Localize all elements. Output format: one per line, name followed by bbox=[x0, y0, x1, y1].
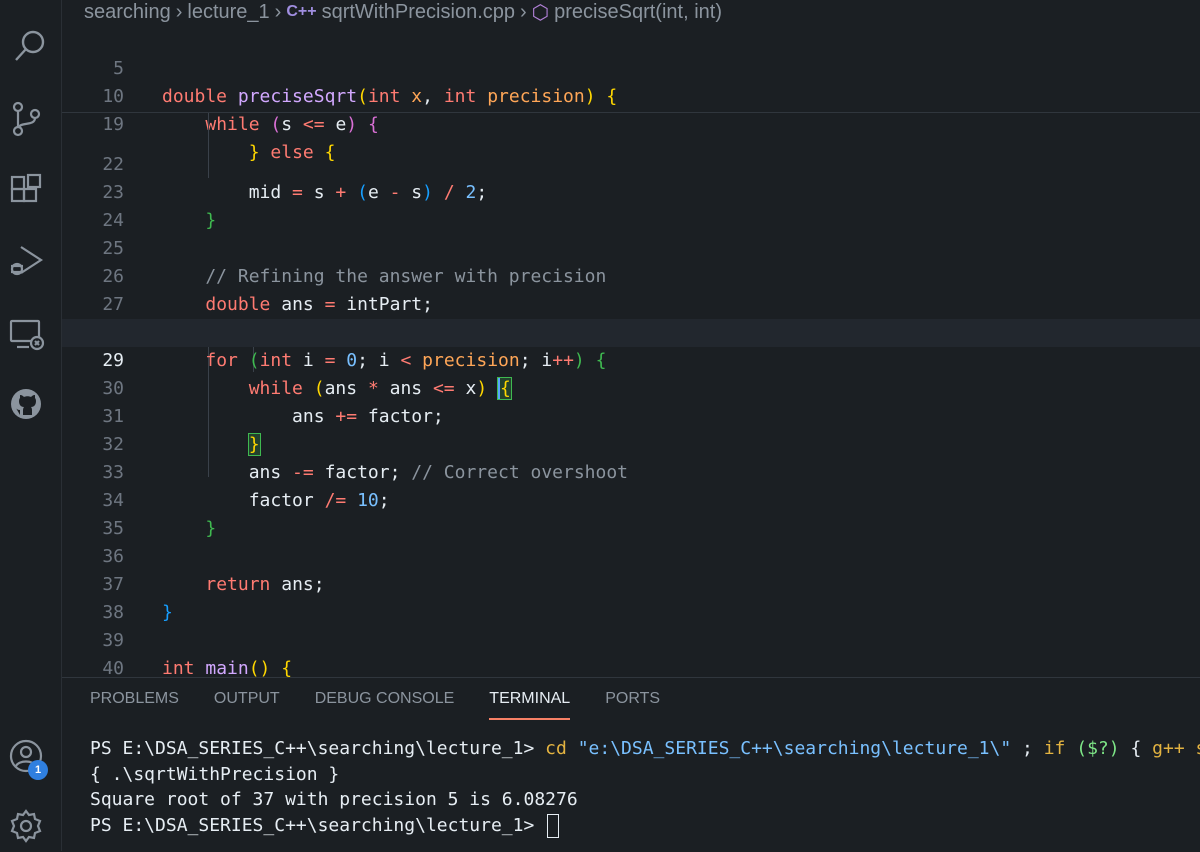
terminal-line: PS E:\DSA_SERIES_C++\searching\lecture_1… bbox=[90, 738, 1200, 759]
breadcrumb-symbol[interactable]: preciseSqrt(int, int) bbox=[554, 1, 722, 24]
breadcrumb-folder[interactable]: searching bbox=[84, 1, 171, 24]
tab-problems[interactable]: PROBLEMS bbox=[90, 690, 179, 720]
code-line[interactable]: 22 mid = s + (e - s) / 2; bbox=[62, 123, 1200, 203]
run-debug-icon[interactable] bbox=[0, 235, 52, 287]
breadcrumb-subfolder[interactable]: lecture_1 bbox=[187, 1, 269, 24]
search-icon[interactable] bbox=[4, 20, 56, 72]
tab-ports[interactable]: PORTS bbox=[605, 690, 660, 720]
code-line[interactable]: 27 double factor = 0.1; bbox=[62, 263, 1200, 343]
terminal-cursor bbox=[547, 813, 560, 838]
code-line[interactable]: 37 } bbox=[62, 543, 1200, 623]
code-line[interactable]: 32 ans -= factor; // Correct overshoot bbox=[62, 403, 1200, 483]
code-line[interactable]: 41 int precision = 5; // Number of decim… bbox=[62, 655, 1200, 677]
settings-gear-icon[interactable] bbox=[0, 800, 52, 852]
chevron-right-icon: › bbox=[175, 0, 183, 23]
code-line[interactable]: 38 bbox=[62, 571, 1200, 623]
code-line[interactable]: 31 } bbox=[62, 375, 1200, 456]
breadcrumb: searching › lecture_1 › C++ sqrtWithPrec… bbox=[62, 0, 1200, 24]
code-line[interactable]: 39 int main() { bbox=[62, 599, 1200, 677]
tab-output[interactable]: OUTPUT bbox=[214, 690, 280, 720]
chevron-right-icon: › bbox=[520, 0, 527, 23]
bottom-panel: PROBLEMS OUTPUT DEBUG CONSOLE TERMINAL P… bbox=[62, 677, 1200, 852]
code-line[interactable]: 28 for (int i = 0; i < precision; i++) { bbox=[62, 291, 1200, 371]
terminal-line: PS E:\DSA_SERIES_C++\searching\lecture_1… bbox=[90, 813, 1200, 839]
source-control-icon[interactable] bbox=[0, 93, 52, 145]
code-line[interactable]: 36 return ans; bbox=[62, 515, 1200, 595]
code-line[interactable]: 10 while (s <= e) { bbox=[62, 55, 1200, 135]
panel-tabs: PROBLEMS OUTPUT DEBUG CONSOLE TERMINAL P… bbox=[90, 690, 660, 720]
chevron-right-icon: › bbox=[274, 0, 282, 23]
terminal-line: Square root of 37 with precision 5 is 6.… bbox=[90, 789, 578, 810]
github-icon[interactable] bbox=[0, 378, 52, 430]
code-line[interactable]: 26 double ans = intPart; bbox=[62, 235, 1200, 315]
sticky-scroll-divider bbox=[62, 112, 1200, 113]
code-line[interactable]: 30 ans += factor; bbox=[62, 347, 1200, 427]
terminal-line: { .\sqrtWithPrecision } bbox=[90, 763, 340, 785]
terminal-prompt: PS E:\DSA_SERIES_C++\searching\lecture_1… bbox=[90, 738, 535, 759]
code-line[interactable]: 35 bbox=[62, 487, 1200, 539]
code-line[interactable]: 34 } bbox=[62, 459, 1200, 539]
tab-debug-console[interactable]: DEBUG CONSOLE bbox=[315, 690, 455, 720]
remote-explorer-icon[interactable] bbox=[0, 308, 52, 360]
tab-terminal[interactable]: TERMINAL bbox=[489, 690, 570, 720]
code-line[interactable]: 23 } bbox=[62, 151, 1200, 231]
code-editor[interactable]: 5 double preciseSqrt(int x, int precisio… bbox=[62, 27, 1200, 677]
extensions-icon[interactable] bbox=[0, 165, 52, 217]
cpp-file-icon: C++ bbox=[286, 3, 317, 20]
code-line[interactable]: 33 factor /= 10; bbox=[62, 431, 1200, 511]
method-symbol-icon: ⬡ bbox=[531, 1, 550, 24]
code-line[interactable]: 40 int x = 37; bbox=[62, 627, 1200, 677]
code-line[interactable]: 25 // Refining the answer with precision bbox=[62, 207, 1200, 287]
account-badge: 1 bbox=[28, 760, 48, 780]
breadcrumb-file[interactable]: sqrtWithPrecision.cpp bbox=[322, 1, 515, 24]
activity-bar: 1 bbox=[0, 0, 62, 851]
terminal-prompt: PS E:\DSA_SERIES_C++\searching\lecture_1… bbox=[90, 814, 535, 836]
code-line[interactable]: 19 } else { bbox=[62, 83, 1200, 163]
code-line[interactable]: 24 bbox=[62, 179, 1200, 231]
terminal-output[interactable]: PS E:\DSA_SERIES_C++\searching\lecture_1… bbox=[90, 736, 1200, 838]
code-line[interactable]: 5 double preciseSqrt(int x, int precisio… bbox=[62, 27, 1200, 107]
code-line-active[interactable]: 29 while (ans * ans <= x) { bbox=[62, 319, 1200, 400]
